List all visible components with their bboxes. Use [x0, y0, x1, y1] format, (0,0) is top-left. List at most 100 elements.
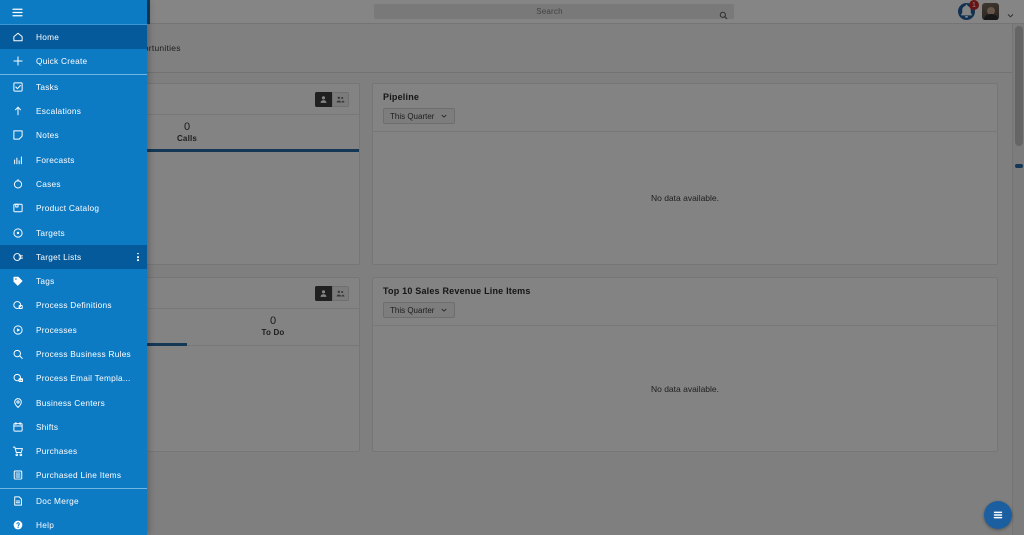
process-icon: [11, 323, 24, 336]
sidebar-item-label: Purchased Line Items: [36, 470, 122, 481]
sidebar-item-purchased-line-items[interactable]: Purchased Line Items: [0, 463, 147, 487]
sidebar-item-process-email-templa[interactable]: Process Email Templa...: [0, 366, 147, 390]
sidebar-item-purchases[interactable]: Purchases: [0, 439, 147, 463]
sidebar-item-label: Processes: [36, 324, 77, 335]
period-selector[interactable]: This Quarter: [383, 302, 456, 318]
sidebar-item-label: Product Catalog: [36, 203, 100, 214]
metric-value: 0: [269, 315, 277, 327]
sidebar-item-product-catalog[interactable]: Product Catalog: [0, 196, 147, 220]
sidebar-item-label: Target Lists: [36, 251, 82, 262]
sidebar-item-doc-merge[interactable]: Doc Merge: [0, 489, 147, 513]
avatar-body: [983, 14, 998, 20]
sidebar-item-home[interactable]: Home: [0, 25, 147, 50]
search-placeholder: Search: [536, 7, 563, 16]
sidebar-item-process-business-rules[interactable]: Process Business Rules: [0, 342, 147, 366]
process-def-icon: [11, 299, 24, 312]
menu-lines-icon: [993, 511, 1003, 519]
floating-action-button[interactable]: [984, 501, 1012, 529]
sidebar-item-business-centers[interactable]: Business Centers: [0, 390, 147, 414]
sidebar-drawer: Home Quick Create Tasks Escalations Notes For…: [0, 0, 147, 535]
metric-to-do[interactable]: 0 To Do: [187, 309, 359, 345]
sidebar-item-label: Purchases: [36, 446, 78, 457]
empty-state-text: No data available.: [650, 193, 720, 203]
checkbox-icon: [11, 80, 24, 93]
people-icon[interactable]: [332, 286, 349, 301]
person-icon[interactable]: [315, 92, 332, 107]
sidebar-item-process-definitions[interactable]: Process Definitions: [0, 293, 147, 317]
sidebar-item-help[interactable]: Help: [0, 513, 147, 535]
empty-state-text: No data available.: [650, 383, 720, 394]
sidebar-item-label: Business Centers: [36, 397, 106, 408]
target-list-icon: [11, 250, 24, 263]
sidebar-item-escalations[interactable]: Escalations: [0, 99, 147, 123]
sidebar-item-label: Process Definitions: [36, 300, 112, 311]
sidebar-item-label: Tasks: [36, 81, 59, 92]
period-label: This Quarter: [390, 305, 435, 315]
home-icon: [11, 31, 24, 44]
case-icon: [11, 177, 24, 190]
dashlet-body: No data available.: [373, 325, 997, 451]
search-input[interactable]: Search: [374, 4, 734, 20]
sidebar-item-label: Help: [36, 520, 55, 531]
scrollbar-marker: [1015, 164, 1023, 168]
tag-icon: [11, 275, 24, 288]
sidebar-item-target-lists[interactable]: Target Lists: [0, 244, 147, 269]
sidebar-item-label: Targets: [36, 227, 65, 238]
global-search-container: Search: [150, 4, 958, 20]
sidebar-item-label: Process Email Templa...: [36, 373, 131, 384]
sidebar-item-label: Quick Create: [36, 56, 88, 67]
dashboard-column-right: Pipeline This Quarter No data available.: [372, 83, 998, 535]
period-selector[interactable]: This Quarter: [383, 108, 456, 124]
sidebar-item-menu-icon[interactable]: [137, 252, 139, 261]
cart-icon: [11, 445, 24, 458]
sidebar-item-targets[interactable]: Targets: [0, 220, 147, 244]
notifications-button[interactable]: 1: [958, 0, 979, 20]
people-icon[interactable]: [332, 92, 349, 107]
sidebar-item-label: Tags: [36, 276, 55, 287]
sidebar-item-tags[interactable]: Tags: [0, 269, 147, 293]
location-pin-icon: [11, 396, 24, 409]
sidebar-item-label: Cases: [36, 178, 61, 189]
module-tab-strip: Accounts Opportunities: [0, 24, 1024, 73]
sidebar-item-label: Doc Merge: [36, 495, 79, 506]
bar-chart-icon: [11, 153, 24, 166]
sidebar-toggle-button[interactable]: [0, 0, 147, 25]
sidebar-item-tasks[interactable]: Tasks: [0, 75, 147, 99]
arrow-up-icon: [11, 105, 24, 118]
sidebar-item-shifts[interactable]: Shifts: [0, 415, 147, 439]
person-icon[interactable]: [315, 286, 332, 301]
dashlet-title: Top 10 Sales Revenue Line Items: [383, 286, 531, 296]
dashlet-body: No data available.: [373, 131, 997, 264]
sidebar-item-quick-create[interactable]: Quick Create: [0, 49, 147, 73]
sidebar-item-cases[interactable]: Cases: [0, 172, 147, 196]
dashboard-grid: 0 Calls No data available.: [0, 73, 1012, 535]
sidebar-item-processes[interactable]: Processes: [0, 318, 147, 342]
notification-count-badge: 1: [969, 0, 979, 10]
sidebar-item-label: Process Business Rules: [36, 349, 131, 359]
scope-toggle-group[interactable]: [315, 92, 349, 107]
dashlet-header: Pipeline This Quarter: [373, 84, 997, 131]
dashlet-top-sales-revenue-line-items: Top 10 Sales Revenue Line Items This Qua…: [372, 277, 998, 452]
avatar[interactable]: [982, 3, 999, 20]
vertical-scrollbar[interactable]: [1012, 24, 1024, 535]
app-root: Search 1 Opportunities 0 Calls 0 To Do P…: [0, 0, 1024, 535]
calendar-icon: [11, 420, 24, 433]
note-icon: [11, 129, 24, 142]
sidebar-item-label: Notes: [36, 130, 59, 141]
metric-label: To Do: [261, 327, 285, 337]
period-label: This Quarter: [390, 111, 435, 121]
scope-toggle-group[interactable]: [315, 286, 349, 301]
chevron-down-icon[interactable]: [1006, 7, 1015, 18]
search-icon: [719, 7, 728, 20]
top-navigation-bar: Search 1: [0, 0, 1024, 24]
scrollbar-thumb[interactable]: [1015, 26, 1023, 146]
sidebar-item-label: Escalations: [36, 106, 82, 117]
help-icon: [11, 519, 24, 532]
sidebar-item-notes[interactable]: Notes: [0, 123, 147, 147]
line-items-icon: [11, 469, 24, 482]
document-icon: [11, 494, 24, 507]
sidebar-item-label: Forecasts: [36, 154, 75, 165]
sidebar-item-label: Shifts: [36, 421, 59, 432]
sidebar-item-forecasts[interactable]: Forecasts: [0, 147, 147, 171]
page-content: Search 1 Opportunities 0 Calls 0 To Do P…: [0, 0, 1024, 535]
